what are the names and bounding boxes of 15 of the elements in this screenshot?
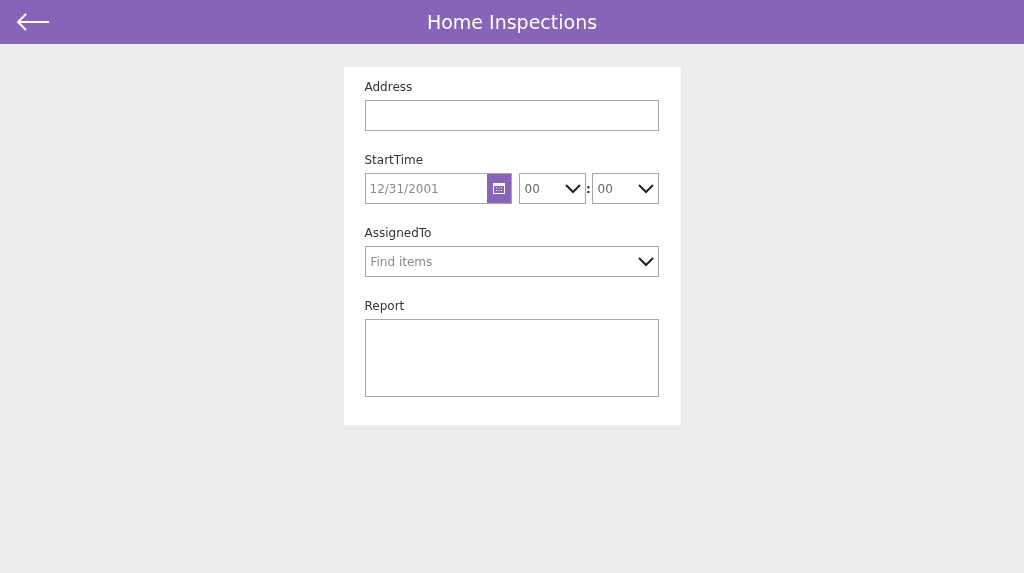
- minute-dropdown[interactable]: 00: [591, 173, 659, 204]
- field-label: Report: [364, 298, 406, 314]
- field-label: StartTime: [364, 152, 425, 168]
- field-label: Address: [364, 79, 414, 95]
- report-field[interactable]: [364, 319, 659, 397]
- chevron-down-icon: [637, 183, 654, 194]
- time-separator: :: [585, 181, 592, 196]
- field-label: AssignedTo: [364, 225, 433, 241]
- back-arrow-icon: [16, 13, 50, 31]
- chevron-down-icon: [637, 256, 654, 267]
- chevron-down-icon: [564, 183, 581, 194]
- hour-dropdown[interactable]: 00: [518, 173, 586, 204]
- assignee-combobox[interactable]: Find items: [364, 246, 659, 277]
- address-field[interactable]: [364, 100, 659, 131]
- screen-title: Home Inspections: [426, 11, 598, 33]
